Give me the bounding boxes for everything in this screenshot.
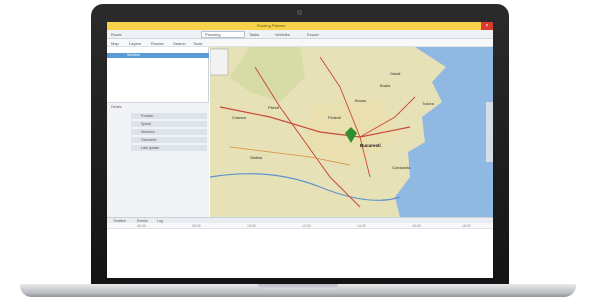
timeline-tick: 06:00 [137,224,146,228]
city-label: Slatina [250,155,263,160]
laptop-screen: Routing Planner × Route Planning Tasks V… [107,22,493,278]
city-label: Ploiesti [328,115,341,120]
timeline-tick: 14:00 [357,224,366,228]
menubar: Map Layers Routes Search Tools [107,39,493,47]
timeline-content[interactable] [107,229,493,278]
timeline-tick: 10:00 [247,224,256,228]
laptop-notch [258,284,338,289]
laptop-stage: Routing Planner × Route Planning Tasks V… [0,0,595,304]
menu-item-search[interactable]: Search [173,41,186,46]
details-row-label: Odometer [141,138,157,142]
laptop-lid: Routing Planner × Route Planning Tasks V… [91,4,509,285]
details-row-label: Position [141,114,154,118]
menu-item-layers[interactable]: Layers [129,41,141,46]
details-header: Details [111,105,122,109]
details-row[interactable]: Odometer [131,137,207,143]
city-label: Buzau [355,98,366,103]
map-view[interactable]: Craiova Pitesti Ploiesti Bucuresti Const… [210,47,493,217]
map-scrollbar[interactable] [486,102,493,162]
menu-item-tools[interactable]: Tools [193,41,202,46]
toolbar: Route Planning Tasks Vehicles Export [107,30,493,39]
city-label: Craiova [232,115,247,120]
menu-item-routes[interactable]: Routes [151,41,164,46]
timeline-tick: 16:00 [412,224,421,228]
details-row-label: Speed [141,122,152,126]
timeline-tick: 08:00 [192,224,201,228]
city-label: Tulcea [422,101,435,106]
toolbar-item-route[interactable]: Route [111,32,122,37]
city-label: Bucuresti [360,143,381,148]
timeline-tick: 12:00 [302,224,311,228]
city-label: Pitesti [268,105,279,110]
menu-item-map[interactable]: Map [111,41,119,46]
sidebar: Vehicles Details Position Speed Directio… [107,47,209,217]
sidebar-selected-label: Vehicles [127,53,141,57]
webcam-icon [297,10,302,15]
zoom-control[interactable] [210,48,229,76]
details-row[interactable]: Speed [131,121,207,127]
details-row-label: Direction [141,130,155,134]
toolbar-item-vehicles[interactable]: Vehicles [275,32,290,37]
map-canvas: Craiova Pitesti Ploiesti Bucuresti Const… [210,47,493,217]
details-row[interactable]: Position [131,113,207,119]
sidebar-selected-item[interactable]: Vehicles [107,53,209,58]
details-row-label: Last update [141,146,160,150]
toolbar-item-tasks[interactable]: Tasks [249,32,259,37]
window-title: Routing Planner [257,23,286,28]
toolbar-item-planning[interactable]: Planning [205,32,221,37]
city-label: Constanta [392,165,411,170]
details-row[interactable]: Last update [131,145,207,151]
city-label: Braila [380,83,391,88]
close-button[interactable]: × [481,22,493,30]
laptop-base [20,284,576,297]
details-panel: Details Position Speed Direction Odomete… [107,102,209,217]
city-label: Galati [390,71,401,76]
timeline-tick: 18:00 [462,224,471,228]
toolbar-item-export[interactable]: Export [307,32,319,37]
window-titlebar: Routing Planner × [107,22,493,30]
details-row[interactable]: Direction [131,129,207,135]
